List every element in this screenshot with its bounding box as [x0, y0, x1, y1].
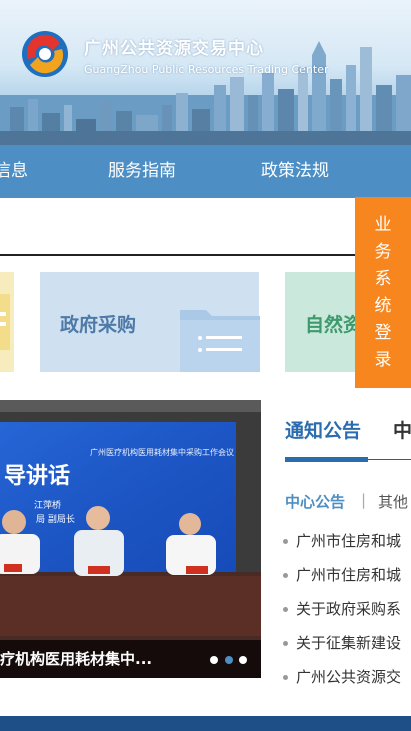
login-char: 统 [374, 295, 392, 316]
site-subtitle: GuangZhou Public Resources Trading Cente… [84, 63, 329, 76]
photo-banner-big: 导讲话 [4, 464, 70, 489]
login-char: 系 [374, 268, 392, 289]
slider-dot[interactable] [239, 656, 247, 664]
notice-title: 广州公共资源交 [296, 668, 402, 686]
bullet-icon [283, 539, 288, 544]
bullet-icon [283, 641, 288, 646]
center-logo-icon [22, 31, 68, 77]
slider-dot[interactable] [210, 656, 218, 664]
category-label: 自然资 [305, 314, 355, 336]
subtab-center-notices[interactable]: 中心公告 [285, 491, 345, 512]
slider-caption: 疗机构医用耗材集中... [0, 650, 153, 668]
header-banner: 广州公共资源交易中心 GuangZhou Public Resources Tr… [0, 0, 411, 145]
tab-notices[interactable]: 通知公告 [285, 416, 361, 443]
bullet-icon [283, 607, 288, 612]
subtab-separator: | [361, 491, 367, 509]
nav-item-service-guide[interactable]: 服务指南 [108, 145, 176, 198]
category-card-government-procurement[interactable]: 政府采购 [40, 272, 260, 372]
photo-banner-small: 广州医疗机构医用耗材集中采购工作会议 [90, 447, 234, 457]
login-char: 业 [374, 214, 392, 235]
slider-dot-active[interactable] [225, 656, 233, 664]
login-char: 登 [374, 322, 392, 343]
nav-item-policies[interactable]: 政策法规 [261, 145, 329, 198]
login-char: 务 [374, 241, 392, 262]
bullet-icon [283, 675, 288, 680]
footer-strip [0, 716, 411, 731]
tab-other[interactable]: 中 [393, 416, 411, 443]
notice-item[interactable]: 广州市住房和城 [283, 530, 401, 551]
meeting-photo: 广州医疗机构医用耗材集中采购工作会议 导讲话 江萍桥 局 副局长 [0, 400, 261, 678]
notice-item[interactable]: 广州市住房和城 [283, 564, 401, 585]
notice-item[interactable]: 广州公共资源交 [283, 666, 401, 687]
subtab-other[interactable]: 其他 [378, 491, 408, 512]
photo-nameplate-1: 江萍桥 [34, 499, 61, 511]
main-nav: 信息 服务指南 政策法规 [0, 145, 411, 198]
notice-title: 广州市住房和城 [296, 566, 402, 584]
notice-title: 关于征集新建设 [296, 634, 402, 652]
nav-item-info[interactable]: 信息 [0, 145, 28, 198]
business-system-login-button[interactable]: 业 务 系 统 登 录 [355, 197, 411, 388]
folder-icon [180, 310, 260, 372]
notice-title: 关于政府采购系 [296, 600, 402, 618]
search-bar[interactable] [0, 198, 360, 256]
tab-active-indicator [285, 457, 368, 462]
news-photo-slider[interactable]: 广州医疗机构医用耗材集中采购工作会议 导讲话 江萍桥 局 副局长 [0, 400, 261, 678]
slider-caption-bar[interactable]: 疗机构医用耗材集中... [0, 640, 261, 678]
notice-item[interactable]: 关于政府采购系 [283, 598, 401, 619]
document-icon [0, 294, 10, 350]
notice-item[interactable]: 关于征集新建设 [283, 632, 401, 653]
bullet-icon [283, 573, 288, 578]
category-card-partial[interactable] [0, 272, 14, 372]
photo-nameplate-2: 局 副局长 [36, 513, 75, 525]
login-char: 录 [374, 349, 392, 370]
category-label: 政府采购 [60, 314, 137, 336]
site-title: 广州公共资源交易中心 [84, 39, 264, 59]
notice-title: 广州市住房和城 [296, 532, 402, 550]
category-card-natural-resources[interactable]: 自然资 [285, 272, 355, 372]
